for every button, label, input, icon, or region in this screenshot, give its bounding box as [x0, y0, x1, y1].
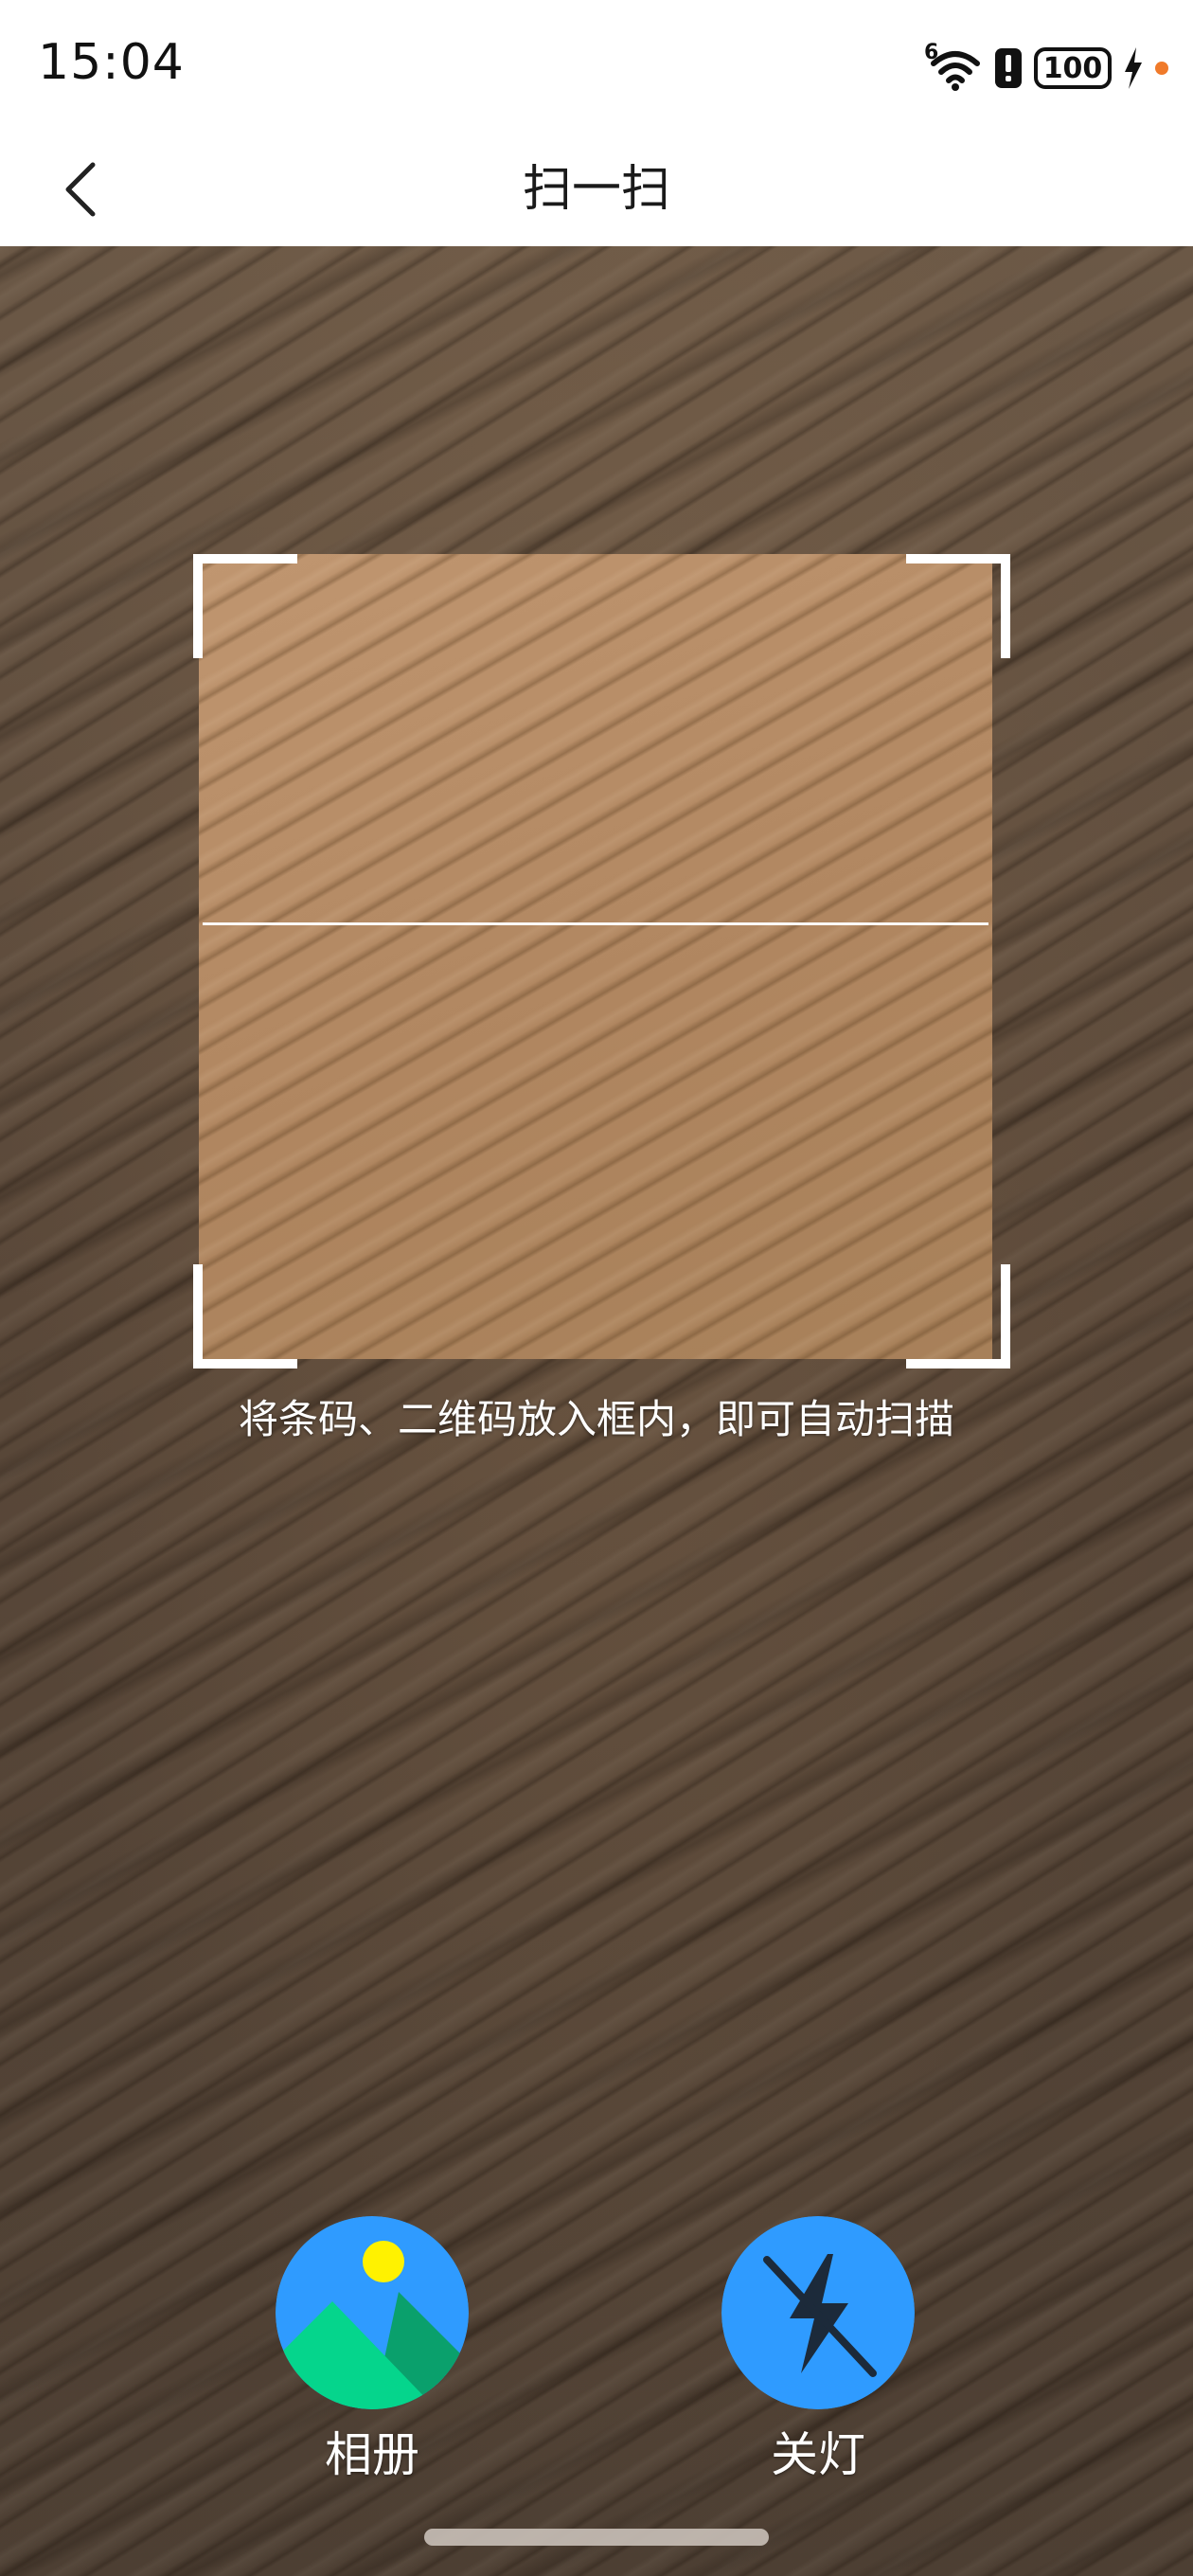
back-button[interactable]	[45, 155, 114, 224]
battery-level: 100	[1042, 51, 1103, 85]
page-title: 扫一扫	[522, 161, 670, 218]
flashlight-off-icon	[721, 2216, 915, 2409]
scan-frame	[199, 554, 992, 1359]
scan-frame-corner-bottom-left	[193, 1264, 297, 1368]
scan-frame-corner-top-right	[906, 554, 1010, 658]
home-indicator[interactable]	[424, 2529, 769, 2546]
status-bar: 15:04 6 100	[0, 0, 1193, 133]
album-icon	[276, 2216, 469, 2409]
scan-hint: 将条码、二维码放入框内，即可自动扫描	[238, 1396, 954, 1442]
flashlight-label: 关灯	[771, 2427, 865, 2482]
status-time: 15:04	[38, 34, 185, 91]
alert-icon	[994, 47, 1023, 89]
battery-icon: 100	[1034, 47, 1112, 89]
album-label: 相册	[325, 2427, 419, 2482]
album-button[interactable]: 相册	[268, 2216, 476, 2485]
charging-indicator-dot	[1155, 62, 1168, 75]
charging-bolt-icon	[1123, 47, 1144, 89]
chevron-left-icon	[65, 162, 96, 217]
header: 扫一扫	[0, 133, 1193, 246]
scan-frame-corner-top-left	[193, 554, 297, 658]
wifi-icon: 6	[924, 41, 983, 92]
flashlight-toggle-button[interactable]: 关灯	[714, 2216, 922, 2485]
status-icons: 6 100	[924, 41, 1168, 95]
camera-preview: 将条码、二维码放入框内，即可自动扫描 相册 关灯	[0, 246, 1193, 2576]
scan-line	[203, 922, 988, 925]
scan-frame-corner-bottom-right	[906, 1264, 1010, 1368]
